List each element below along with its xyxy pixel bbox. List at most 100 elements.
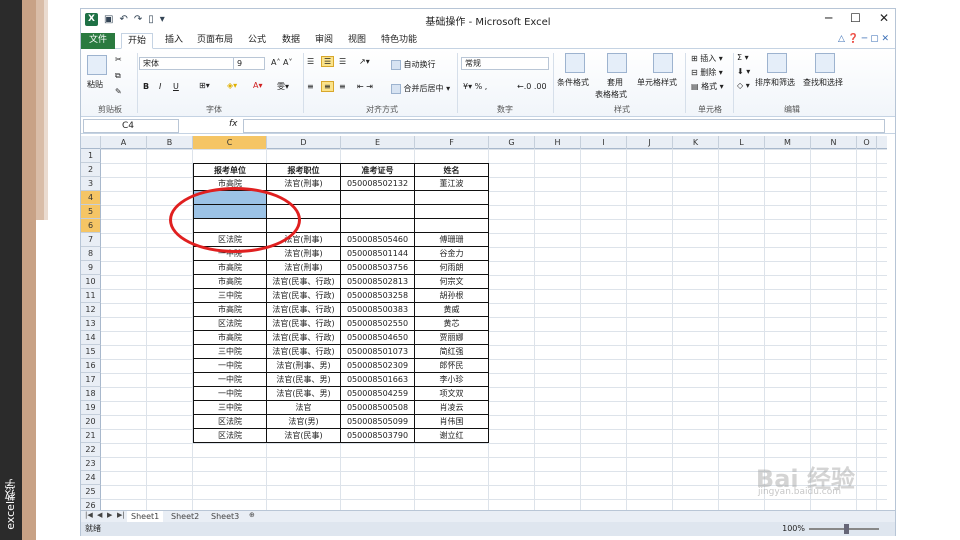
row-header-18[interactable]: 18	[81, 387, 101, 401]
table-cell[interactable]: 傅珊珊	[415, 233, 489, 247]
zoom-slider-handle[interactable]	[844, 524, 849, 534]
table-cell[interactable]: 三中院	[193, 289, 267, 303]
column-header-o[interactable]: O	[857, 136, 877, 149]
row-header-2[interactable]: 2	[81, 163, 101, 177]
column-header-b[interactable]: B	[147, 136, 193, 149]
table-cell[interactable]: 市高院	[193, 303, 267, 317]
paste-icon[interactable]	[87, 55, 107, 75]
merge-center-button[interactable]: 合并后居中 ▾	[391, 83, 450, 94]
table-cell[interactable]: 050008502550	[341, 317, 415, 331]
table-cell[interactable]: 050008501663	[341, 373, 415, 387]
table-cell[interactable]: 一中院	[193, 387, 267, 401]
row-header-6[interactable]: 6	[81, 219, 101, 233]
table-cell[interactable]: 法官(民事、男)	[267, 387, 341, 401]
table-header-cell[interactable]: 准考证号	[341, 163, 415, 177]
bold-icon[interactable]: B	[143, 82, 149, 91]
fill-color-icon[interactable]: ◈▾	[227, 81, 237, 90]
align-center-icon[interactable]: ≡	[321, 81, 334, 92]
table-cell[interactable]: 法官(民事)	[267, 429, 341, 443]
table-cell[interactable]: 胡孙根	[415, 289, 489, 303]
table-cell[interactable]: 董江波	[415, 177, 489, 191]
new-sheet-icon[interactable]: ⊕	[249, 511, 255, 519]
row-header-7[interactable]: 7	[81, 233, 101, 247]
column-header-i[interactable]: I	[581, 136, 627, 149]
table-cell[interactable]: 贾丽娜	[415, 331, 489, 345]
sheet-nav-prev-icon[interactable]: ◀	[97, 511, 102, 519]
table-cell[interactable]: 市高院	[193, 261, 267, 275]
table-cell[interactable]: 法官(民事、行政)	[267, 303, 341, 317]
font-color-icon[interactable]: A▾	[253, 81, 263, 90]
table-cell[interactable]: 黄威	[415, 303, 489, 317]
table-cell[interactable]: 050008502309	[341, 359, 415, 373]
table-cell[interactable]: 050008504650	[341, 331, 415, 345]
row-header-25[interactable]: 25	[81, 485, 101, 499]
column-header-j[interactable]: J	[627, 136, 673, 149]
table-cell[interactable]	[341, 205, 415, 219]
table-cell[interactable]: 一中院	[193, 373, 267, 387]
table-cell[interactable]: 市高院	[193, 275, 267, 289]
table-cell[interactable]: 法官(民事、行政)	[267, 345, 341, 359]
decimal-icon[interactable]: ←.0 .00	[517, 82, 547, 91]
table-cell[interactable]: 项文双	[415, 387, 489, 401]
table-cell[interactable]: 法官(民事、行政)	[267, 331, 341, 345]
column-header-g[interactable]: G	[489, 136, 535, 149]
tab-home[interactable]: 开始	[121, 33, 154, 49]
orientation-icon[interactable]: ↗▾	[359, 57, 370, 66]
table-cell[interactable]: 法官(刑事、男)	[267, 359, 341, 373]
row-header-16[interactable]: 16	[81, 359, 101, 373]
row-header-20[interactable]: 20	[81, 415, 101, 429]
tab-special-features[interactable]: 特色功能	[375, 33, 423, 49]
sheet-nav-first-icon[interactable]: |◀	[85, 511, 93, 519]
font-size-select[interactable]: 9	[233, 57, 265, 70]
clear-icon[interactable]: ◇ ▾	[737, 81, 750, 90]
insert-function-icon[interactable]: fx	[229, 119, 238, 129]
align-left-icon[interactable]: ≡	[307, 82, 314, 91]
row-header-5[interactable]: 5	[81, 205, 101, 219]
tab-page-layout[interactable]: 页面布局	[191, 33, 239, 49]
phonetic-icon[interactable]: 雯▾	[277, 81, 289, 92]
underline-icon[interactable]: U	[173, 82, 179, 91]
border-icon[interactable]: ⊞▾	[199, 81, 210, 90]
indent-icon[interactable]: ⇤ ⇥	[357, 82, 373, 91]
row-header-3[interactable]: 3	[81, 177, 101, 191]
table-header-cell[interactable]: 报考职位	[267, 163, 341, 177]
paste-button[interactable]: 粘贴	[87, 79, 103, 90]
table-cell[interactable]	[415, 191, 489, 205]
row-header-15[interactable]: 15	[81, 345, 101, 359]
table-cell[interactable]: 郎怀民	[415, 359, 489, 373]
row-header-8[interactable]: 8	[81, 247, 101, 261]
delete-cells-button[interactable]: ⊟ 删除 ▾	[691, 67, 723, 78]
conditional-format-button[interactable]: 条件格式	[557, 77, 589, 88]
sort-filter-button[interactable]: 排序和筛选	[755, 77, 795, 88]
column-header-f[interactable]: F	[415, 136, 489, 149]
row-header-13[interactable]: 13	[81, 317, 101, 331]
column-header-n[interactable]: N	[811, 136, 857, 149]
table-cell[interactable]	[415, 219, 489, 233]
table-cell[interactable]	[341, 191, 415, 205]
select-all-corner[interactable]	[81, 136, 101, 149]
table-cell[interactable]: 050008502132	[341, 177, 415, 191]
table-cell[interactable]: 050008500508	[341, 401, 415, 415]
tab-review[interactable]: 审阅	[309, 33, 339, 49]
row-header-22[interactable]: 22	[81, 443, 101, 457]
cut-icon[interactable]: ✂	[115, 55, 122, 64]
name-box[interactable]: C4	[83, 119, 179, 133]
table-cell[interactable]: 法官(民事、行政)	[267, 317, 341, 331]
table-format-label-2[interactable]: 表格格式	[595, 89, 627, 100]
table-cell[interactable]: 谢立红	[415, 429, 489, 443]
column-header-m[interactable]: M	[765, 136, 811, 149]
fill-icon[interactable]: ⬇ ▾	[737, 67, 750, 76]
close-button[interactable]: ✕	[879, 11, 889, 25]
tab-insert[interactable]: 插入	[159, 33, 189, 49]
row-header-17[interactable]: 17	[81, 373, 101, 387]
table-cell[interactable]	[341, 219, 415, 233]
column-header-e[interactable]: E	[341, 136, 415, 149]
table-cell[interactable]: 050008505460	[341, 233, 415, 247]
table-cell[interactable]: 一中院	[193, 359, 267, 373]
table-cell[interactable]: 区法院	[193, 317, 267, 331]
cell-style-icon[interactable]	[653, 53, 673, 73]
table-cell[interactable]: 法官(刑事)	[267, 261, 341, 275]
row-header-9[interactable]: 9	[81, 261, 101, 275]
table-cell[interactable]: 法官	[267, 401, 341, 415]
row-header-19[interactable]: 19	[81, 401, 101, 415]
